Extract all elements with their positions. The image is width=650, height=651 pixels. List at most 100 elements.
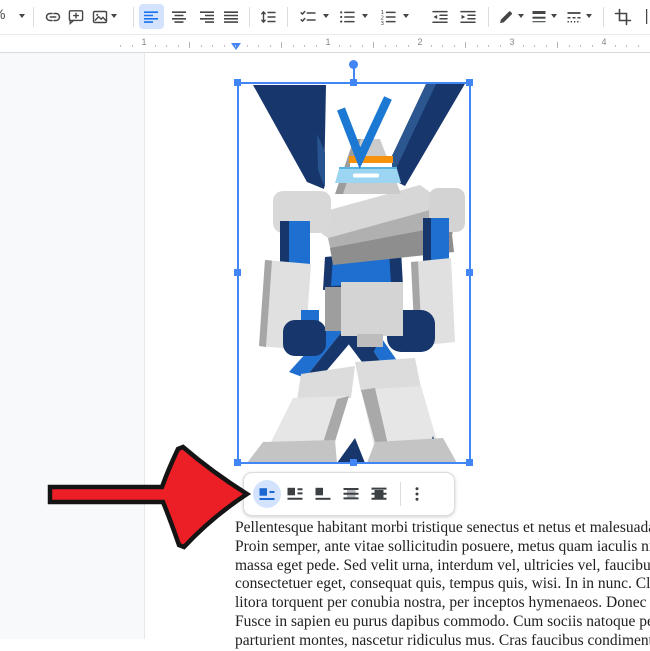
resize-handle-bottom-middle[interactable] [350, 459, 357, 466]
ruler-tick [189, 42, 190, 48]
numbered-list-caret-icon[interactable] [403, 14, 409, 18]
toolbar-separator [249, 7, 250, 27]
indent-marker[interactable] [231, 43, 241, 50]
bulleted-list-caret-icon[interactable] [362, 14, 368, 18]
text-line[interactable]: Fusce in sapien eu purus dapibus commodo… [235, 613, 650, 632]
ruler-number: 2 [417, 37, 422, 47]
ruler-number: 4 [601, 37, 606, 47]
ruler-tick [304, 45, 305, 47]
ruler-tick [201, 45, 202, 47]
border-color-pen-icon[interactable] [497, 8, 515, 26]
checklist-caret-icon[interactable] [323, 14, 329, 18]
ruler-tick [212, 45, 213, 47]
ruler-tick [258, 45, 259, 47]
red-annotation-arrow [44, 442, 254, 554]
ruler-tick [155, 45, 156, 47]
wrap-option-behind-text[interactable] [337, 480, 365, 508]
align-right-icon[interactable] [198, 8, 216, 26]
justify-icon[interactable] [222, 8, 240, 26]
wrap-option-wrap-text[interactable] [281, 480, 309, 508]
wrap-option-in-front-of-text[interactable] [365, 480, 393, 508]
text-line[interactable]: Pellentesque habitant morbi tristique se… [235, 519, 650, 538]
resize-handle-top-right[interactable] [466, 79, 473, 86]
wrap-option-in-line[interactable] [253, 480, 281, 508]
ruler-number: 1 [141, 37, 146, 47]
ruler-tick [132, 45, 133, 47]
text-line[interactable]: parturient montes, nascetur ridiculus mu… [235, 632, 650, 651]
toolbar-separator [33, 7, 34, 27]
ruler-tick [166, 45, 167, 47]
toolbar-separator [287, 7, 288, 27]
ruler-tick [281, 42, 282, 48]
insert-image-icon[interactable] [91, 8, 109, 26]
resize-handle-middle-right[interactable] [466, 269, 473, 276]
ruler-tick [626, 45, 627, 47]
main-toolbar: % [0, 0, 650, 35]
checklist-icon[interactable] [299, 8, 317, 26]
ruler-tick [534, 45, 535, 47]
decrease-indent-icon[interactable] [431, 8, 449, 26]
zoom-caret-icon[interactable] [19, 14, 25, 18]
ruler-number: 3 [509, 37, 514, 47]
crop-image-icon[interactable] [614, 8, 632, 26]
text-line[interactable]: litora torquent per conubia nostra, per … [235, 594, 650, 613]
ruler-tick [408, 45, 409, 47]
border-weight-caret-icon[interactable] [551, 14, 557, 18]
ruler-tick [373, 42, 374, 48]
border-dash-caret-icon[interactable] [586, 14, 592, 18]
add-comment-icon[interactable] [67, 8, 85, 26]
text-line[interactable]: Proin semper, ante vitae sollicitudin po… [235, 538, 650, 557]
zoom-value[interactable]: % [0, 6, 11, 22]
ruler-tick [569, 45, 570, 47]
ruler-tick [224, 45, 225, 47]
ruler-tick [454, 45, 455, 47]
line-spacing-icon[interactable] [259, 8, 277, 26]
ruler-number: 1 [325, 37, 330, 47]
ruler-tick [465, 42, 466, 48]
resize-handle-middle-left[interactable] [234, 269, 241, 276]
numbered-list-icon[interactable]: 1 2 3 [379, 8, 397, 26]
border-weight-icon[interactable] [530, 8, 548, 26]
paragraph-text[interactable]: Pellentesque habitant morbi tristique se… [235, 519, 650, 651]
ruler-tick [546, 45, 547, 47]
ruler-tick [523, 45, 524, 47]
ruler-tick [293, 45, 294, 47]
ruler-tick [270, 45, 271, 47]
increase-indent-icon[interactable] [459, 8, 477, 26]
clipped-toolbar-item[interactable]: ▏ [646, 9, 650, 24]
robot-illustration-image[interactable] [237, 82, 471, 464]
wrap-toolbar-separator [400, 482, 401, 506]
toolbar-separator [133, 7, 134, 27]
ruler-tick [638, 45, 639, 47]
toolbar-separator [603, 7, 604, 27]
svg-text:3: 3 [381, 21, 384, 26]
ruler-tick [396, 45, 397, 47]
image-wrap-toolbar [243, 472, 455, 516]
resize-handle-bottom-right[interactable] [466, 459, 473, 466]
border-dash-icon[interactable] [565, 8, 583, 26]
insert-link-icon[interactable] [44, 8, 62, 26]
ruler-tick [488, 45, 489, 47]
rotation-handle[interactable] [349, 60, 358, 69]
ruler-tick [442, 45, 443, 47]
toolbar-separator [488, 7, 489, 27]
align-center-icon[interactable] [170, 8, 188, 26]
insert-image-caret-icon[interactable] [111, 14, 117, 18]
ruler-tick [580, 45, 581, 47]
ruler-tick [350, 45, 351, 47]
ruler-tick [339, 45, 340, 47]
resize-handle-top-left[interactable] [234, 79, 241, 86]
text-line[interactable]: massa eget pede. Sed velit urna, interdu… [235, 557, 650, 576]
resize-handle-top-middle[interactable] [350, 79, 357, 86]
ruler-tick [316, 45, 317, 47]
bulleted-list-icon[interactable] [338, 8, 356, 26]
image-options-kebab-icon[interactable] [406, 480, 428, 508]
ruler-tick [362, 45, 363, 47]
border-color-caret-icon[interactable] [518, 14, 524, 18]
align-left-icon[interactable] [142, 8, 160, 26]
ruler-tick [500, 45, 501, 47]
text-line[interactable]: consectetuer eget, consequat quis, tempu… [235, 575, 650, 594]
wrap-option-break-text[interactable] [309, 480, 337, 508]
horizontal-ruler[interactable]: 1 1 2 3 4 [0, 35, 650, 53]
ruler-tick [247, 45, 248, 47]
